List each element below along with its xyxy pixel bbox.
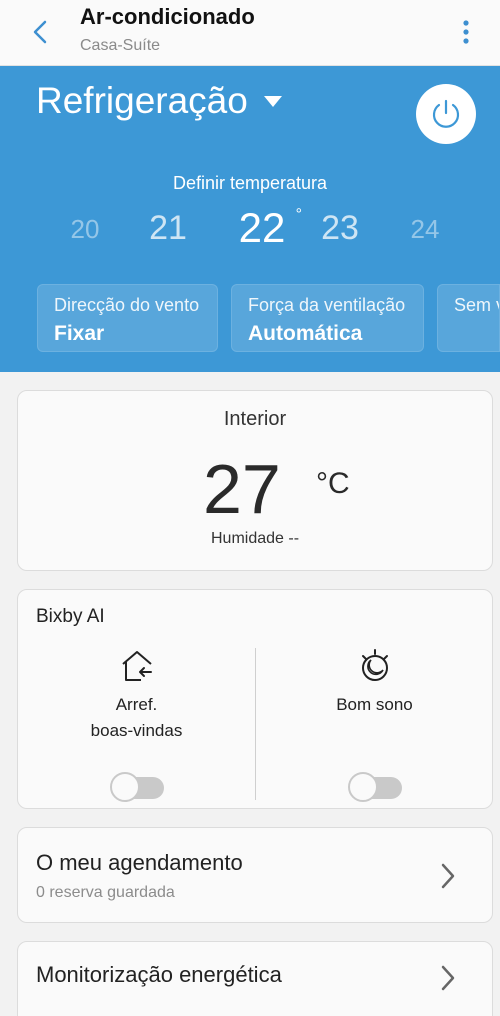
energy-card[interactable]: Monitorização energética xyxy=(17,941,493,1016)
set-temperature-label: Definir temperatura xyxy=(172,173,328,193)
more-vertical-icon xyxy=(463,20,469,44)
app-bar: Ar-condicionado Casa-Suíte xyxy=(0,0,500,66)
chevron-right-icon xyxy=(441,965,455,991)
bixby-title: Bixby AI xyxy=(36,606,105,627)
extra-option-chip[interactable]: Sem v xyxy=(437,284,500,352)
mode-label: Refrigeração xyxy=(36,80,248,121)
selected-temperature[interactable]: 22 ° xyxy=(222,204,302,252)
temp-option[interactable]: 23 xyxy=(310,209,370,248)
indoor-unit: °C xyxy=(316,467,350,500)
energy-title: Monitorização energética xyxy=(36,962,282,987)
humidity-label: Humidade -- xyxy=(210,530,300,547)
schedule-title: O meu agendamento xyxy=(36,850,243,875)
indoor-title: Interior xyxy=(223,408,287,430)
feature-label-line: Arref. xyxy=(115,695,158,714)
mode-selector[interactable]: Refrigeração xyxy=(36,80,282,122)
chip-label: Sem v xyxy=(454,295,500,315)
good-sleep-toggle[interactable] xyxy=(347,772,402,802)
chevron-left-icon xyxy=(33,20,47,44)
fan-speed-chip[interactable]: Força da ventilação Automática xyxy=(231,284,424,352)
toggle-knob xyxy=(109,772,140,802)
chevron-right-icon xyxy=(441,863,455,889)
more-options-button[interactable] xyxy=(452,14,480,50)
chip-value: Automática xyxy=(248,322,363,345)
toggle-knob xyxy=(347,772,378,802)
control-panel: Refrigeração Definir temperatura 20 21 2… xyxy=(0,66,500,372)
chip-value: Fixar xyxy=(54,322,105,345)
chip-label: Força da ventilação xyxy=(248,295,406,315)
selected-temp-value: 22 xyxy=(238,204,286,251)
temp-option[interactable]: 24 xyxy=(395,214,455,245)
feature-label: Bom sono xyxy=(256,692,493,744)
feature-label-line: boas-vindas xyxy=(90,721,183,740)
welcome-cooling-toggle[interactable] xyxy=(109,772,164,802)
power-button[interactable] xyxy=(416,84,476,144)
power-icon xyxy=(432,99,460,128)
chip-label: Direcção do vento xyxy=(54,295,200,315)
feature-label-line: Bom sono xyxy=(336,695,413,714)
wind-direction-chip[interactable]: Direcção do vento Fixar xyxy=(37,284,218,352)
caret-down-icon xyxy=(263,95,282,107)
indoor-card: Interior 27 °C Humidade -- xyxy=(17,390,493,571)
home-arrow-icon xyxy=(121,651,152,681)
page-subtitle: Casa-Suíte xyxy=(80,37,161,54)
good-sleep-feature: Bom sono xyxy=(256,648,493,802)
back-button[interactable] xyxy=(22,14,58,50)
temp-option[interactable]: 21 xyxy=(138,209,198,248)
indoor-temperature: 27 xyxy=(203,450,281,528)
schedule-card[interactable]: O meu agendamento 0 reserva guardada xyxy=(17,827,493,923)
page-title: Ar-condicionado xyxy=(80,4,255,29)
sleep-moon-icon xyxy=(361,649,388,681)
degree-symbol: ° xyxy=(295,206,302,223)
welcome-cooling-feature: Arref. boas-vindas xyxy=(18,648,255,802)
bixby-card: Bixby AI Arref. boas-vindas Bom sono xyxy=(17,589,493,809)
temp-option[interactable]: 20 xyxy=(55,214,115,245)
schedule-subtitle: 0 reserva guardada xyxy=(36,884,175,901)
feature-label: Arref. boas-vindas xyxy=(18,692,255,744)
